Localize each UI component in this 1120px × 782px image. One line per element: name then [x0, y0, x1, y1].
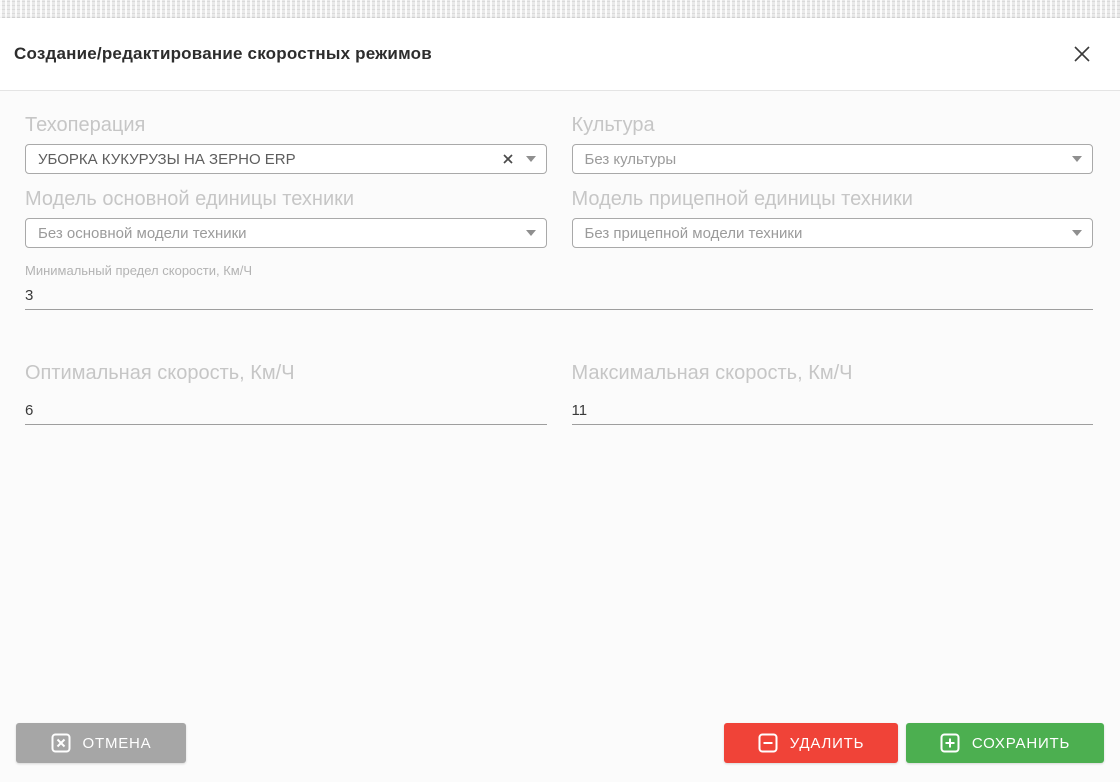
max-speed-input[interactable] — [571, 405, 1093, 425]
main-unit-model-label: Модель основной единицы техники — [25, 188, 355, 210]
culture-select[interactable]: Без культуры — [571, 144, 1093, 174]
tech-operation-select[interactable]: УБОРКА КУКУРУЗЫ НА ЗЕРНО ERP — [25, 144, 547, 174]
min-speed-input[interactable] — [25, 290, 1093, 310]
cancel-button-label: ОТМЕНА — [82, 734, 152, 752]
culture-label: Культура — [571, 114, 655, 136]
culture-field: Культура Без культуры — [571, 112, 1093, 174]
chevron-down-icon — [525, 156, 536, 162]
close-icon[interactable] — [1069, 41, 1095, 67]
culture-placeholder: Без культуры — [584, 150, 677, 168]
dialog-title: Создание/редактирование скоростных режим… — [14, 44, 432, 63]
dialog-footer: ОТМЕНА УДАЛИТЬ СОХРАНИТЬ — [16, 723, 1104, 763]
delete-button[interactable]: УДАЛИТЬ — [724, 723, 898, 763]
chevron-down-icon — [1072, 156, 1082, 162]
max-speed-field: Максимальная скорость, Км/Ч — [571, 360, 1093, 425]
speed-mode-dialog: Создание/редактирование скоростных режим… — [0, 18, 1120, 782]
chevron-down-icon — [1072, 230, 1082, 236]
trailer-unit-model-placeholder: Без прицепной модели техники — [584, 224, 803, 242]
dialog-body: Техоперация УБОРКА КУКУРУЗЫ НА ЗЕРНО ERP… — [0, 91, 1120, 782]
optimal-speed-input[interactable] — [25, 405, 547, 425]
page-background-strip — [0, 0, 1120, 18]
main-unit-model-field: Модель основной единицы техники Без осно… — [25, 186, 547, 248]
min-speed-field: Минимальный предел скорости, Км/Ч — [25, 262, 1093, 310]
optimal-speed-field: Оптимальная скорость, Км/Ч — [25, 360, 547, 425]
tech-operation-field: Техоперация УБОРКА КУКУРУЗЫ НА ЗЕРНО ERP — [25, 112, 547, 174]
form-row-2: Модель основной единицы техники Без осно… — [25, 186, 1093, 248]
delete-button-label: УДАЛИТЬ — [789, 734, 865, 752]
tech-operation-label: Техоперация — [25, 114, 146, 136]
dialog-header: Создание/редактирование скоростных режим… — [0, 18, 1120, 91]
main-unit-model-select[interactable]: Без основной модели техники — [25, 218, 547, 248]
main-unit-model-placeholder: Без основной модели техники — [38, 224, 247, 242]
chevron-down-icon — [525, 230, 536, 236]
trailer-unit-model-label: Модель прицепной единицы техники — [571, 188, 913, 210]
minus-icon — [758, 733, 778, 753]
save-button[interactable]: СОХРАНИТЬ — [906, 723, 1104, 763]
cancel-button[interactable]: ОТМЕНА — [16, 723, 186, 763]
optimal-speed-label: Оптимальная скорость, Км/Ч — [25, 362, 295, 384]
tech-operation-value: УБОРКА КУКУРУЗЫ НА ЗЕРНО ERP — [38, 150, 296, 168]
cancel-icon — [51, 733, 71, 753]
form-row-3: Оптимальная скорость, Км/Ч Максимальная … — [25, 360, 1093, 425]
trailer-unit-model-field: Модель прицепной единицы техники Без при… — [571, 186, 1093, 248]
footer-right-actions: УДАЛИТЬ СОХРАНИТЬ — [724, 723, 1104, 763]
save-button-label: СОХРАНИТЬ — [971, 734, 1071, 752]
min-speed-label: Минимальный предел скорости, Км/Ч — [25, 263, 252, 278]
max-speed-label: Максимальная скорость, Км/Ч — [571, 362, 853, 384]
clear-icon[interactable] — [500, 151, 516, 167]
plus-icon — [940, 733, 960, 753]
trailer-unit-model-select[interactable]: Без прицепной модели техники — [571, 218, 1093, 248]
form-row-1: Техоперация УБОРКА КУКУРУЗЫ НА ЗЕРНО ERP… — [25, 112, 1093, 174]
